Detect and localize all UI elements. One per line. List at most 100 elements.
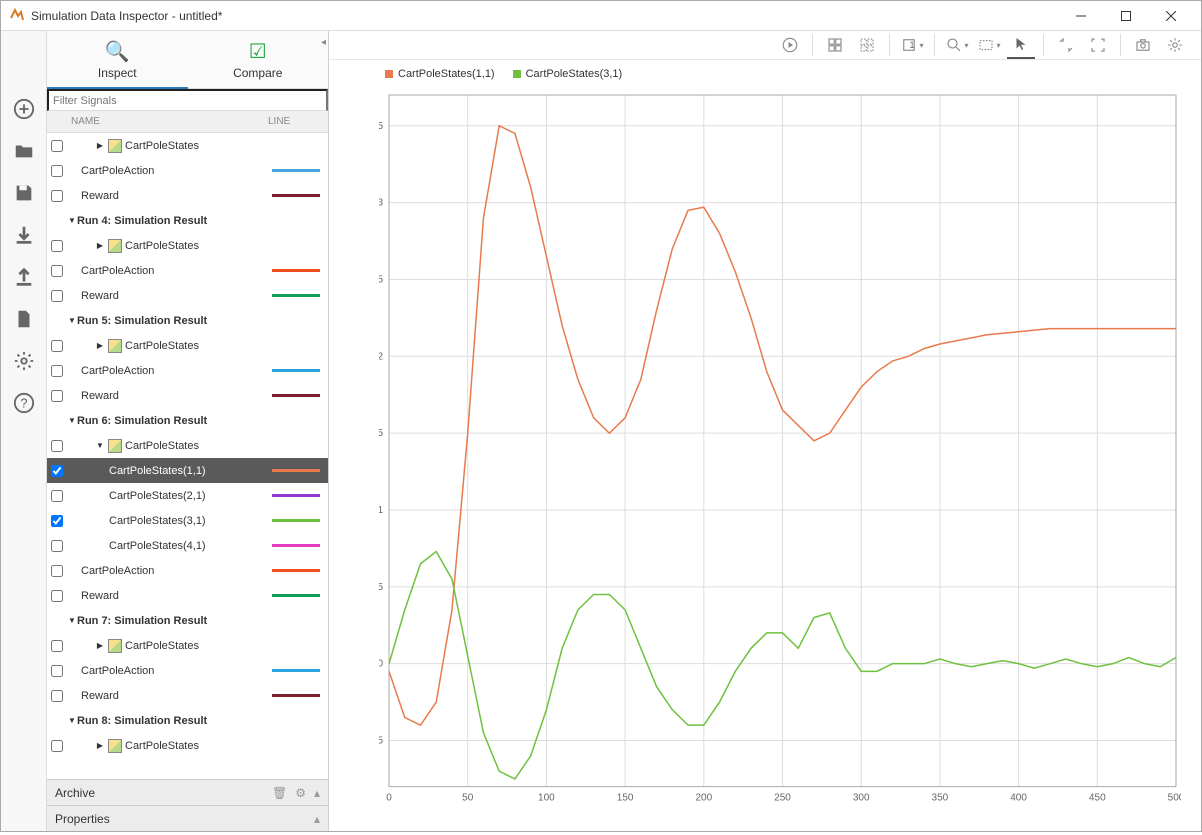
signal-visibility-checkbox[interactable] xyxy=(51,290,63,302)
tree-row-label: Run 7: Simulation Result xyxy=(77,615,207,627)
signal-visibility-checkbox[interactable] xyxy=(51,590,63,602)
line-color-swatch xyxy=(272,544,320,547)
signal-visibility-checkbox[interactable] xyxy=(51,165,63,177)
layout-grid-button[interactable] xyxy=(821,31,849,59)
expand-arrow-icon[interactable]: ▼ xyxy=(67,316,77,325)
tree-signal-row[interactable]: CartPoleStates(3,1) xyxy=(47,508,328,533)
filter-signals-input[interactable] xyxy=(47,89,328,111)
expand-arrow-icon[interactable]: ▼ xyxy=(67,416,77,425)
close-button[interactable] xyxy=(1148,1,1193,31)
tree-signal-row[interactable]: ▶ CartPoleStates xyxy=(47,633,328,658)
play-button[interactable] xyxy=(776,31,804,59)
tree-signal-row[interactable]: ▶CartPoleStates xyxy=(47,233,328,258)
expand-arrow-icon[interactable]: ▼ xyxy=(67,716,77,725)
tree-signal-row[interactable]: Reward xyxy=(47,283,328,308)
tree-signal-row[interactable]: Reward xyxy=(47,583,328,608)
tree-run-header[interactable]: ▼Run 4: Simulation Result xyxy=(47,208,328,233)
properties-panel[interactable]: Properties ▴ xyxy=(47,805,328,831)
signal-visibility-checkbox[interactable] xyxy=(51,665,63,677)
signal-visibility-checkbox[interactable] xyxy=(51,640,63,652)
signal-visibility-checkbox[interactable] xyxy=(51,740,63,752)
svg-text:-0.05: -0.05 xyxy=(379,736,383,747)
expand-arrow-icon[interactable]: ▼ xyxy=(67,216,77,225)
layout-clear-button[interactable] xyxy=(853,31,881,59)
tree-signal-row[interactable]: CartPoleStates(2,1) xyxy=(47,483,328,508)
subplot-select[interactable]: 1▾ xyxy=(898,31,926,59)
expand-arrow-icon[interactable]: ▼ xyxy=(95,441,105,450)
tree-signal-row[interactable]: ▶CartPoleStates xyxy=(47,133,328,158)
preferences-button[interactable] xyxy=(1161,31,1189,59)
tree-signal-row[interactable]: CartPoleStates(1,1) xyxy=(47,458,328,483)
tree-run-header[interactable]: ▼Run 6: Simulation Result xyxy=(47,408,328,433)
tree-signal-row[interactable]: CartPoleAction xyxy=(47,558,328,583)
import-button[interactable] xyxy=(6,217,42,253)
expand-arrow-icon[interactable]: ▶ xyxy=(95,241,105,250)
signal-visibility-checkbox[interactable] xyxy=(51,240,63,252)
save-button[interactable] xyxy=(6,175,42,211)
fit-button[interactable]: ▾ xyxy=(975,31,1003,59)
zoom-button[interactable]: ▾ xyxy=(943,31,971,59)
tree-signal-row[interactable]: CartPoleAction xyxy=(47,158,328,183)
expand-arrow-icon[interactable]: ▶ xyxy=(95,741,105,750)
tree-signal-row[interactable]: Reward xyxy=(47,383,328,408)
tree-row-label: Run 8: Simulation Result xyxy=(77,715,207,727)
open-button[interactable] xyxy=(6,133,42,169)
signal-visibility-checkbox[interactable] xyxy=(51,390,63,402)
chevron-up-icon[interactable]: ▴ xyxy=(314,812,320,826)
tree-signal-row[interactable]: ▶CartPoleStates xyxy=(47,733,328,758)
help-button[interactable]: ? xyxy=(6,385,42,421)
tree-signal-row[interactable]: CartPoleAction xyxy=(47,358,328,383)
snapshot-button[interactable] xyxy=(1129,31,1157,59)
svg-text:100: 100 xyxy=(538,793,555,804)
expand-arrow-icon[interactable]: ▶ xyxy=(95,341,105,350)
tree-row-label: CartPoleStates xyxy=(125,640,199,652)
signal-visibility-checkbox[interactable] xyxy=(51,690,63,702)
signal-visibility-checkbox[interactable] xyxy=(51,465,63,477)
gear-icon[interactable]: ⚙ xyxy=(295,786,306,800)
maximize-button[interactable] xyxy=(1103,1,1148,31)
signal-visibility-checkbox[interactable] xyxy=(51,340,63,352)
svg-text:50: 50 xyxy=(462,793,474,804)
export-button[interactable] xyxy=(6,259,42,295)
tab-compare[interactable]: ☑ Compare xyxy=(188,31,329,89)
settings-button[interactable] xyxy=(6,343,42,379)
signal-visibility-checkbox[interactable] xyxy=(51,190,63,202)
svg-text:0.2: 0.2 xyxy=(379,351,383,362)
tree-run-header[interactable]: ▼Run 5: Simulation Result xyxy=(47,308,328,333)
tree-signal-row[interactable]: CartPoleStates(4,1) xyxy=(47,533,328,558)
tree-signal-row[interactable]: ▶CartPoleStates xyxy=(47,333,328,358)
expand-arrow-icon[interactable]: ▶ xyxy=(95,641,105,650)
chart[interactable]: 050100150200250300350400450500-0.0500.05… xyxy=(379,90,1181,815)
tab-inspect[interactable]: 🔍 Inspect xyxy=(47,31,188,89)
signal-visibility-checkbox[interactable] xyxy=(51,440,63,452)
cursor-button[interactable] xyxy=(1007,31,1035,59)
tree-signal-row[interactable]: ▼CartPoleStates xyxy=(47,433,328,458)
tree-signal-row[interactable]: CartPoleAction xyxy=(47,658,328,683)
expand-arrow-icon[interactable]: ▶ xyxy=(95,141,105,150)
tree-signal-row[interactable]: Reward xyxy=(47,683,328,708)
expand-arrow-icon[interactable]: ▼ xyxy=(67,616,77,625)
signal-visibility-checkbox[interactable] xyxy=(51,540,63,552)
chevron-up-icon[interactable]: ▴ xyxy=(314,786,320,800)
signal-visibility-checkbox[interactable] xyxy=(51,515,63,527)
signal-visibility-checkbox[interactable] xyxy=(51,490,63,502)
signal-visibility-checkbox[interactable] xyxy=(51,140,63,152)
fit-to-view-button[interactable] xyxy=(1084,31,1112,59)
tree-signal-row[interactable]: CartPoleAction xyxy=(47,258,328,283)
tree-run-header[interactable]: ▼Run 7: Simulation Result xyxy=(47,608,328,633)
signal-visibility-checkbox[interactable] xyxy=(51,365,63,377)
window-title: Simulation Data Inspector - untitled* xyxy=(31,9,1058,23)
minimize-button[interactable] xyxy=(1058,1,1103,31)
trash-icon[interactable]: 🗑 xyxy=(272,786,287,800)
archive-panel[interactable]: Archive 🗑 ⚙ ▴ xyxy=(47,779,328,805)
signal-tree[interactable]: ▶CartPoleStatesCartPoleActionReward▼Run … xyxy=(47,133,328,779)
add-button[interactable] xyxy=(6,91,42,127)
tree-run-header[interactable]: ▼Run 8: Simulation Result xyxy=(47,708,328,733)
signal-visibility-checkbox[interactable] xyxy=(51,265,63,277)
tree-row-label: CartPoleAction xyxy=(81,365,154,377)
collapse-sidebar-icon[interactable]: ◂ xyxy=(321,37,326,48)
zoom-in-time-button[interactable] xyxy=(1052,31,1080,59)
signal-visibility-checkbox[interactable] xyxy=(51,565,63,577)
tree-signal-row[interactable]: Reward xyxy=(47,183,328,208)
new-file-button[interactable] xyxy=(6,301,42,337)
